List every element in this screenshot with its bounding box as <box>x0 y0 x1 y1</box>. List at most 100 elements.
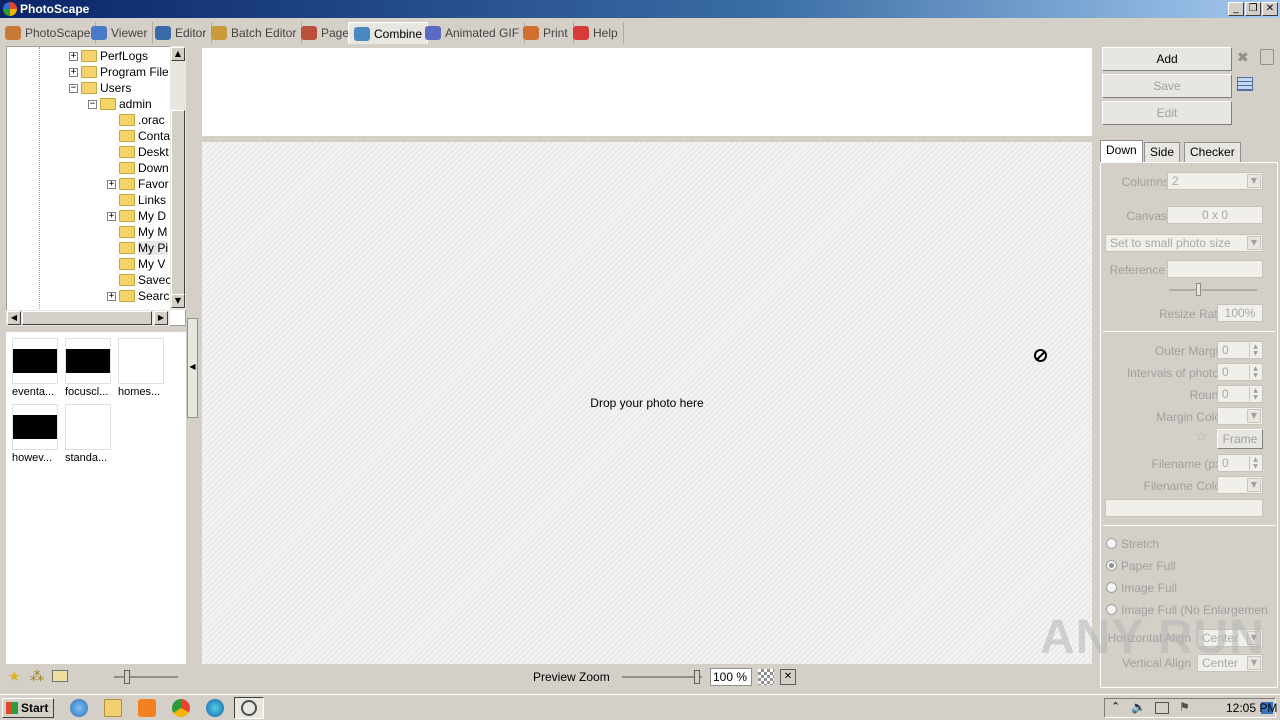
expand-toggle-icon[interactable]: − <box>69 83 78 93</box>
filename-text-field[interactable] <box>1105 499 1263 517</box>
panel-splitter[interactable]: ◀ <box>187 46 199 666</box>
outer-margin-spinner[interactable]: 0 ▲ ▼ <box>1217 341 1263 359</box>
remove-photo-icon[interactable]: ✖ <box>1237 50 1249 66</box>
expand-toggle-icon[interactable]: + <box>69 51 78 61</box>
thumbnail-item[interactable]: focuscl... <box>65 338 115 398</box>
tree-item[interactable]: My M <box>107 224 167 240</box>
media-player-icon[interactable] <box>138 699 156 717</box>
scroll-thumb[interactable] <box>171 110 185 300</box>
tree-item[interactable]: + Program File <box>69 64 169 80</box>
tree-item[interactable]: + PerfLogs <box>69 48 148 64</box>
expand-toggle-icon[interactable]: + <box>107 211 116 221</box>
tab-combine[interactable]: Combine <box>348 22 429 44</box>
edge-icon[interactable] <box>206 699 224 717</box>
round-spinner[interactable]: 0 ▲ ▼ <box>1217 385 1263 403</box>
spinner-arrows-icon[interactable]: ▲ ▼ <box>1249 343 1261 357</box>
spinner-arrows-icon[interactable]: ▲ ▼ <box>1249 365 1261 379</box>
reference-field[interactable] <box>1167 260 1263 278</box>
image-full-radio[interactable] <box>1106 582 1117 593</box>
tree-item[interactable]: .orac <box>107 112 165 128</box>
resize-ratio-slider[interactable] <box>1169 283 1257 296</box>
tree-item[interactable]: − Users <box>69 80 131 96</box>
margin-color-picker[interactable]: ▼ <box>1217 407 1263 425</box>
internet-explorer-icon[interactable] <box>70 699 88 717</box>
scroll-thumb[interactable] <box>22 311 152 325</box>
tree-item[interactable]: Conta <box>107 128 170 144</box>
spinner-arrows-icon[interactable]: ▲ ▼ <box>1249 456 1261 470</box>
columns-select[interactable]: 2 ▼ <box>1167 172 1263 190</box>
tree-vertical-scrollbar[interactable]: ▲ ▼ <box>170 46 186 310</box>
add-button[interactable]: Add <box>1102 47 1232 71</box>
photoscape-taskbar-button[interactable] <box>234 697 264 719</box>
scroll-left-arrow-icon[interactable]: ◀ <box>7 311 21 325</box>
trash-icon[interactable] <box>1260 49 1274 65</box>
tab-checker[interactable]: Checker <box>1184 142 1241 162</box>
action-center-flag-icon[interactable]: ⚑ <box>1179 700 1190 714</box>
paper-full-radio[interactable] <box>1106 560 1117 571</box>
tab-help[interactable]: Help <box>568 22 624 44</box>
tree-item[interactable]: + My D <box>107 208 166 224</box>
close-button[interactable]: ✕ <box>1262 2 1278 16</box>
save-button[interactable]: Save <box>1102 74 1232 98</box>
network-icon[interactable] <box>1155 702 1169 714</box>
tab-photoscape[interactable]: PhotoScape <box>0 22 97 44</box>
scroll-down-arrow-icon[interactable]: ▼ <box>171 294 185 308</box>
thumbnail-item[interactable]: homes... <box>118 338 168 398</box>
preview-zoom-slider[interactable] <box>622 670 702 684</box>
expand-toggle-icon[interactable]: + <box>107 179 116 189</box>
frame-button[interactable]: Frame <box>1217 429 1263 449</box>
scroll-right-arrow-icon[interactable]: ▶ <box>154 311 168 325</box>
thumbnail-item[interactable]: standa... <box>65 404 115 464</box>
collapse-arrow-icon[interactable]: ◀ <box>187 318 198 418</box>
thumbnail-size-slider[interactable] <box>114 670 178 684</box>
edit-button[interactable]: Edit <box>1102 101 1232 125</box>
tree-item[interactable]: Links <box>107 192 166 208</box>
tree-item[interactable]: Deskt <box>107 144 169 160</box>
tab-batch-editor[interactable]: Batch Editor <box>206 22 303 44</box>
scroll-up-arrow-icon[interactable]: ▲ <box>171 47 185 61</box>
expand-toggle-icon[interactable]: + <box>69 67 78 77</box>
photo-strip[interactable] <box>202 48 1092 136</box>
thumbnail-item[interactable]: howev... <box>12 404 62 464</box>
expand-toggle-icon[interactable]: + <box>107 291 116 301</box>
slider-handle[interactable] <box>124 670 130 684</box>
show-hidden-icons-icon[interactable]: ⌃ <box>1111 700 1120 713</box>
intervals-spinner[interactable]: 0 ▲ ▼ <box>1217 363 1263 381</box>
filename-size-spinner[interactable]: 0 ▲ ▼ <box>1217 454 1263 472</box>
tab-viewer[interactable]: Viewer <box>86 22 154 44</box>
file-explorer-icon[interactable] <box>104 699 122 717</box>
tree-item[interactable]: − admin <box>88 96 152 112</box>
checker-toggle-icon[interactable] <box>758 669 774 685</box>
preview-canvas[interactable]: Drop your photo here <box>202 142 1092 664</box>
resize-ratio-field[interactable]: 100% <box>1217 304 1263 322</box>
fit-zoom-icon[interactable]: ✕ <box>780 669 796 685</box>
tree-item[interactable]: Down <box>107 160 169 176</box>
tab-editor[interactable]: Editor <box>150 22 213 44</box>
tree-item[interactable]: + Favor <box>107 176 169 192</box>
stars-icon[interactable]: ⁂ <box>30 669 44 685</box>
spinner-arrows-icon[interactable]: ▲ ▼ <box>1249 387 1261 401</box>
thumbnail-item[interactable]: eventa... <box>12 338 62 398</box>
expand-toggle-icon[interactable]: − <box>88 99 97 109</box>
tree-item[interactable]: My V <box>107 256 165 272</box>
frame-star-icon[interactable]: ☆ <box>1195 429 1208 445</box>
tab-down[interactable]: Down <box>1100 140 1143 162</box>
zoom-value-field[interactable]: 100 % <box>710 668 752 686</box>
folder-icon[interactable] <box>52 670 68 682</box>
tab-page[interactable]: Page <box>296 22 356 44</box>
size-mode-select[interactable]: Set to small photo size ▼ <box>1105 234 1263 252</box>
filename-color-picker[interactable]: ▼ <box>1217 476 1263 494</box>
tree-item[interactable]: My Pi <box>107 240 168 256</box>
tree-horizontal-scrollbar[interactable]: ◀ ▶ <box>6 310 170 326</box>
slider-handle[interactable] <box>694 670 700 684</box>
stretch-radio[interactable] <box>1106 538 1117 549</box>
slider-handle[interactable] <box>1196 283 1201 296</box>
restore-button[interactable]: ❐ <box>1245 2 1261 16</box>
start-button[interactable]: Start <box>2 698 54 718</box>
minimize-button[interactable]: _ <box>1228 2 1244 16</box>
list-view-icon[interactable] <box>1237 77 1253 91</box>
folder-tree[interactable]: + PerfLogs + Program File − Users − admin .orac C… <box>6 46 186 326</box>
tree-item[interactable]: + Searc <box>107 288 169 304</box>
tree-item[interactable]: Savec <box>107 272 171 288</box>
tab-animated-gif[interactable]: Animated GIF <box>420 22 526 44</box>
